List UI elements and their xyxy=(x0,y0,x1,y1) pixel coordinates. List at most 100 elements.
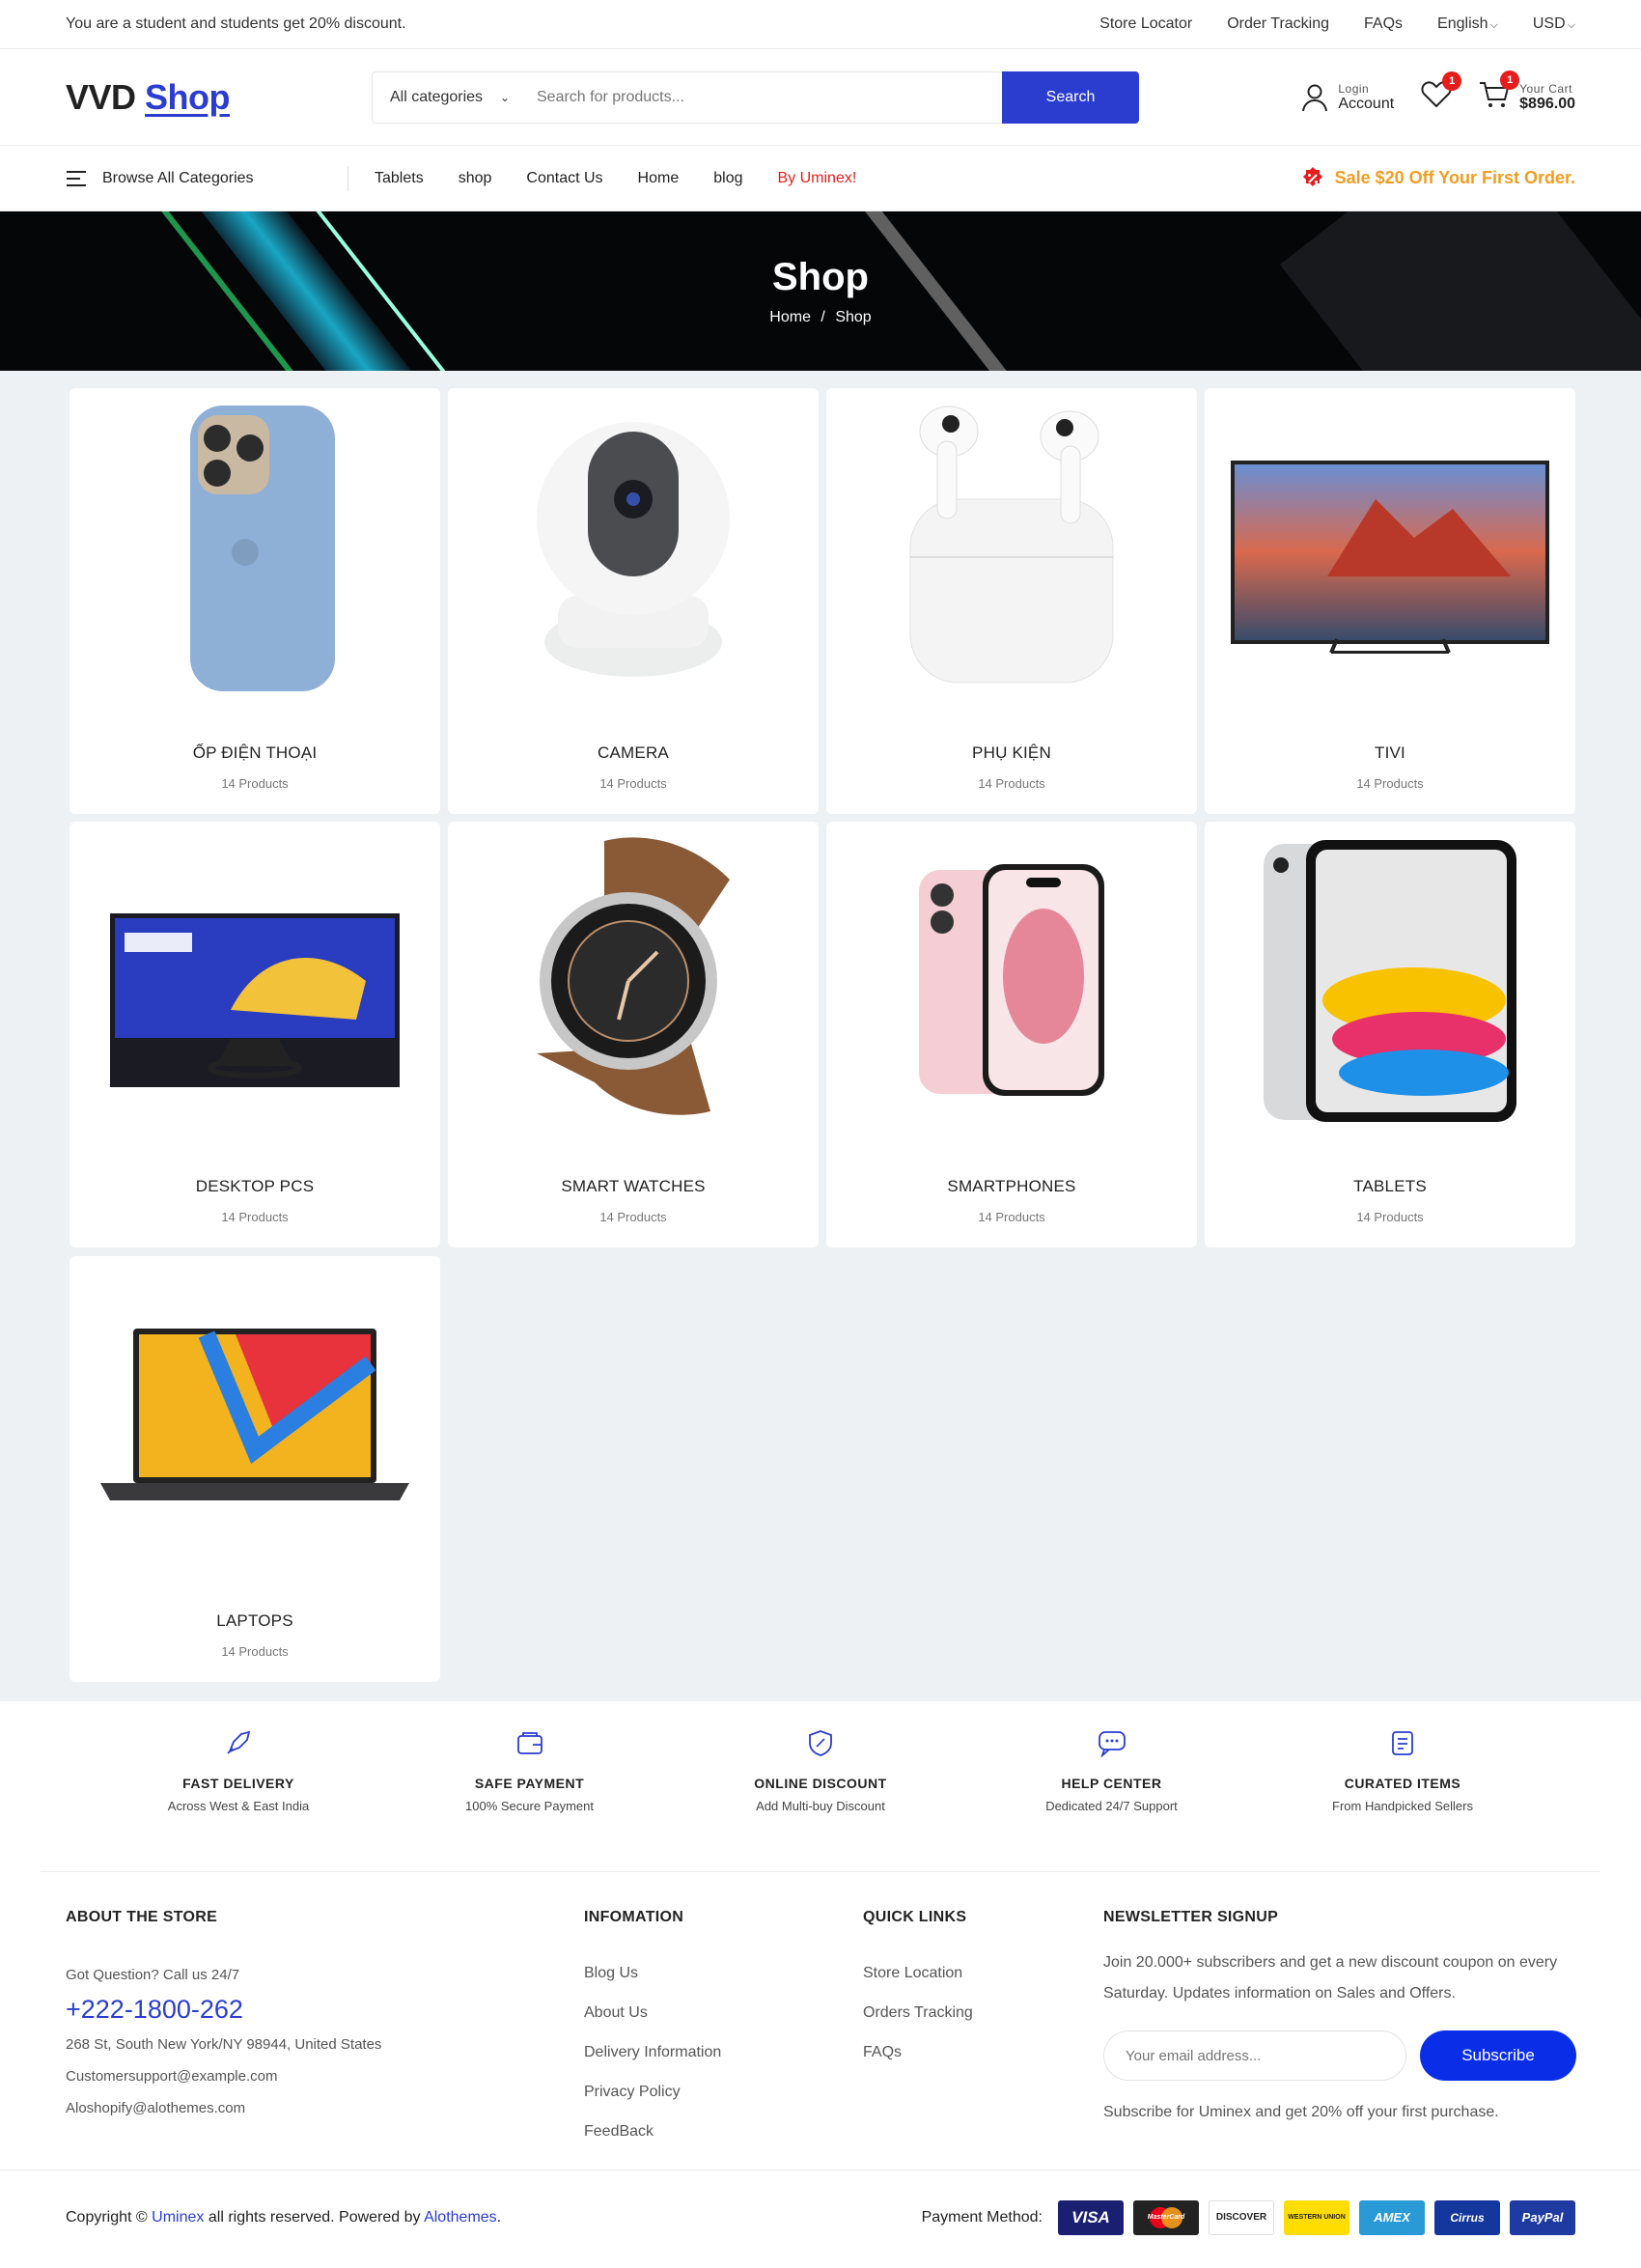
category-select-value: All categories xyxy=(390,88,484,105)
hero-stripe xyxy=(1279,211,1641,371)
category-card[interactable]: SMARTPHONES 14 Products xyxy=(826,822,1197,1247)
footer-quick-title: QUICK LINKS xyxy=(863,1909,967,1925)
feature-item: FAST DELIVERY Across West & East India xyxy=(118,1728,359,1871)
list-icon xyxy=(1392,1731,1413,1755)
category-card[interactable]: TIVI 14 Products xyxy=(1205,388,1575,814)
logo-main: VVD xyxy=(66,76,136,117)
amex-icon: AMEX xyxy=(1359,2199,1425,2235)
newsletter-title: NEWSLETTER SIGNUP xyxy=(1103,1909,1279,1925)
category-card[interactable]: SMART WATCHES 14 Products xyxy=(448,822,819,1247)
category-card[interactable]: TABLETS 14 Products xyxy=(1205,822,1575,1247)
category-card[interactable]: DESKTOP PCS 14 Products xyxy=(70,822,440,1247)
category-name: SMART WATCHES xyxy=(561,1177,706,1195)
footer-phone[interactable]: +222-1800-262 xyxy=(66,1995,381,2025)
sale-banner[interactable]: Sale $20 Off Your First Order. xyxy=(1300,166,1575,191)
browse-label: Browse All Categories xyxy=(102,169,254,186)
hero-stripe xyxy=(198,211,449,371)
currency-select[interactable]: USD ⌵ xyxy=(1533,15,1575,33)
language-value: English xyxy=(1437,15,1488,32)
menu-icon xyxy=(67,170,86,186)
category-count: 14 Products xyxy=(1356,1210,1424,1224)
feature-item: CURATED ITEMS From Handpicked Sellers xyxy=(1282,1728,1523,1871)
footer-link[interactable]: Store Location xyxy=(863,1965,973,1982)
category-grid: ỐP ĐIỆN THOẠI 14 Products CAMERA 14 Prod… xyxy=(0,371,1641,1701)
order-tracking-link[interactable]: Order Tracking xyxy=(1227,15,1329,33)
powered-link[interactable]: Alothemes xyxy=(424,2209,497,2226)
footer-link[interactable]: About Us xyxy=(584,2004,721,2022)
category-name: TABLETS xyxy=(1353,1177,1427,1195)
category-select[interactable]: All categories ⌄ xyxy=(373,72,527,123)
feature-subtitle: 100% Secure Payment xyxy=(465,1799,594,1813)
footer-quick-links: QUICK LINKS Store Location Orders Tracki… xyxy=(863,1909,973,2061)
search-button[interactable]: Search xyxy=(1002,70,1139,124)
footer-link[interactable]: FeedBack xyxy=(584,2123,721,2141)
currency-value: USD xyxy=(1532,15,1566,32)
main-nav: Browse All Categories Tablets shop Conta… xyxy=(0,146,1641,211)
mastercard-icon: MasterCard xyxy=(1133,2199,1199,2235)
category-count: 14 Products xyxy=(221,776,289,791)
category-card[interactable]: ỐP ĐIỆN THOẠI 14 Products xyxy=(70,388,440,814)
footer-email[interactable]: Customersupport@example.com xyxy=(66,2068,381,2085)
feature-title: HELP CENTER xyxy=(1061,1776,1162,1791)
browse-categories-button[interactable]: Browse All Categories xyxy=(66,165,348,191)
category-card[interactable]: CAMERA 14 Products xyxy=(448,388,819,814)
nav-link-contact[interactable]: Contact Us xyxy=(526,170,602,187)
newsletter-email-input[interactable] xyxy=(1103,2030,1406,2081)
cart-small-label: Your Cart xyxy=(1519,81,1572,96)
page-title: Shop xyxy=(772,256,869,298)
western-union-icon: WESTERN UNION xyxy=(1284,2199,1349,2235)
wallet-icon xyxy=(516,1732,542,1754)
rocket-icon xyxy=(227,1730,251,1754)
discount-tag-icon xyxy=(1302,166,1322,186)
footer-link[interactable]: Delivery Information xyxy=(584,2044,721,2061)
category-card[interactable]: LAPTOPS 14 Products xyxy=(70,1256,440,1682)
footer-email[interactable]: Aloshopify@alothemes.com xyxy=(66,2100,381,2116)
newsletter-note: Subscribe for Uminex and get 20% off you… xyxy=(1103,2104,1499,2120)
bottom-bar: Copyright © Uminex all rights reserved. … xyxy=(0,2170,1641,2264)
breadcrumb-separator: / xyxy=(820,309,825,325)
category-card[interactable]: PHỤ KIỆN 14 Products xyxy=(826,388,1197,814)
feature-item: ONLINE DISCOUNT Add Multi-buy Discount xyxy=(700,1728,941,1871)
feature-item: HELP CENTER Dedicated 24/7 Support xyxy=(991,1728,1233,1871)
nav-link-home[interactable]: Home xyxy=(638,170,680,187)
category-name: SMARTPHONES xyxy=(947,1177,1076,1195)
account-small-label: Login xyxy=(1338,81,1370,96)
site-logo[interactable]: VVD Shop xyxy=(66,77,372,118)
footer-link[interactable]: Orders Tracking xyxy=(863,2004,973,2022)
wishlist-button[interactable]: 1 xyxy=(1421,71,1462,113)
footer-link[interactable]: Privacy Policy xyxy=(584,2084,721,2101)
breadcrumb-home[interactable]: Home xyxy=(769,309,811,325)
copyright-prefix: Copyright © xyxy=(66,2208,148,2226)
cart-button[interactable]: 1 Your Cart $896.00 xyxy=(1479,70,1575,114)
nav-link-blog[interactable]: blog xyxy=(713,170,742,187)
footer-info-links: Blog Us About Us Delivery Information Pr… xyxy=(584,1965,721,2141)
category-name: TIVI xyxy=(1375,743,1405,762)
category-count: 14 Products xyxy=(978,776,1045,791)
top-links: Store Locator Order Tracking FAQs Englis… xyxy=(1099,15,1575,33)
brand-link[interactable]: Uminex xyxy=(152,2209,204,2226)
feature-subtitle: Across West & East India xyxy=(167,1799,310,1813)
category-name: LAPTOPS xyxy=(216,1611,293,1630)
features-row: FAST DELIVERY Across West & East India S… xyxy=(41,1701,1600,1872)
footer-info-title: INFOMATION xyxy=(584,1909,684,1925)
category-name: ỐP ĐIỆN THOẠI xyxy=(192,743,318,762)
search-input[interactable] xyxy=(527,71,1002,123)
language-select[interactable]: English ⌵ xyxy=(1437,15,1498,33)
account-button[interactable]: Login Account xyxy=(1301,82,1394,113)
store-locator-link[interactable]: Store Locator xyxy=(1099,15,1192,33)
breadcrumb: Home / Shop xyxy=(769,309,871,326)
phone-case-image xyxy=(70,388,440,707)
nav-link-tablets[interactable]: Tablets xyxy=(375,170,424,187)
nav-link-shop[interactable]: shop xyxy=(459,170,492,187)
footer-link[interactable]: Blog Us xyxy=(584,1965,721,1982)
footer-information: INFOMATION Blog Us About Us Delivery Inf… xyxy=(584,1909,721,2141)
user-icon xyxy=(1302,84,1328,111)
discover-icon: DISCOVER xyxy=(1209,2199,1274,2235)
account-label: Account xyxy=(1338,95,1395,112)
faqs-link[interactable]: FAQs xyxy=(1364,15,1403,33)
feature-title: FAST DELIVERY xyxy=(182,1776,294,1791)
nav-link-uminex[interactable]: By Uminex! xyxy=(777,170,856,187)
nav-links: Tablets shop Contact Us Home blog By Umi… xyxy=(375,170,891,187)
footer-link[interactable]: FAQs xyxy=(863,2044,973,2061)
subscribe-button[interactable]: Subscribe xyxy=(1420,2030,1576,2081)
